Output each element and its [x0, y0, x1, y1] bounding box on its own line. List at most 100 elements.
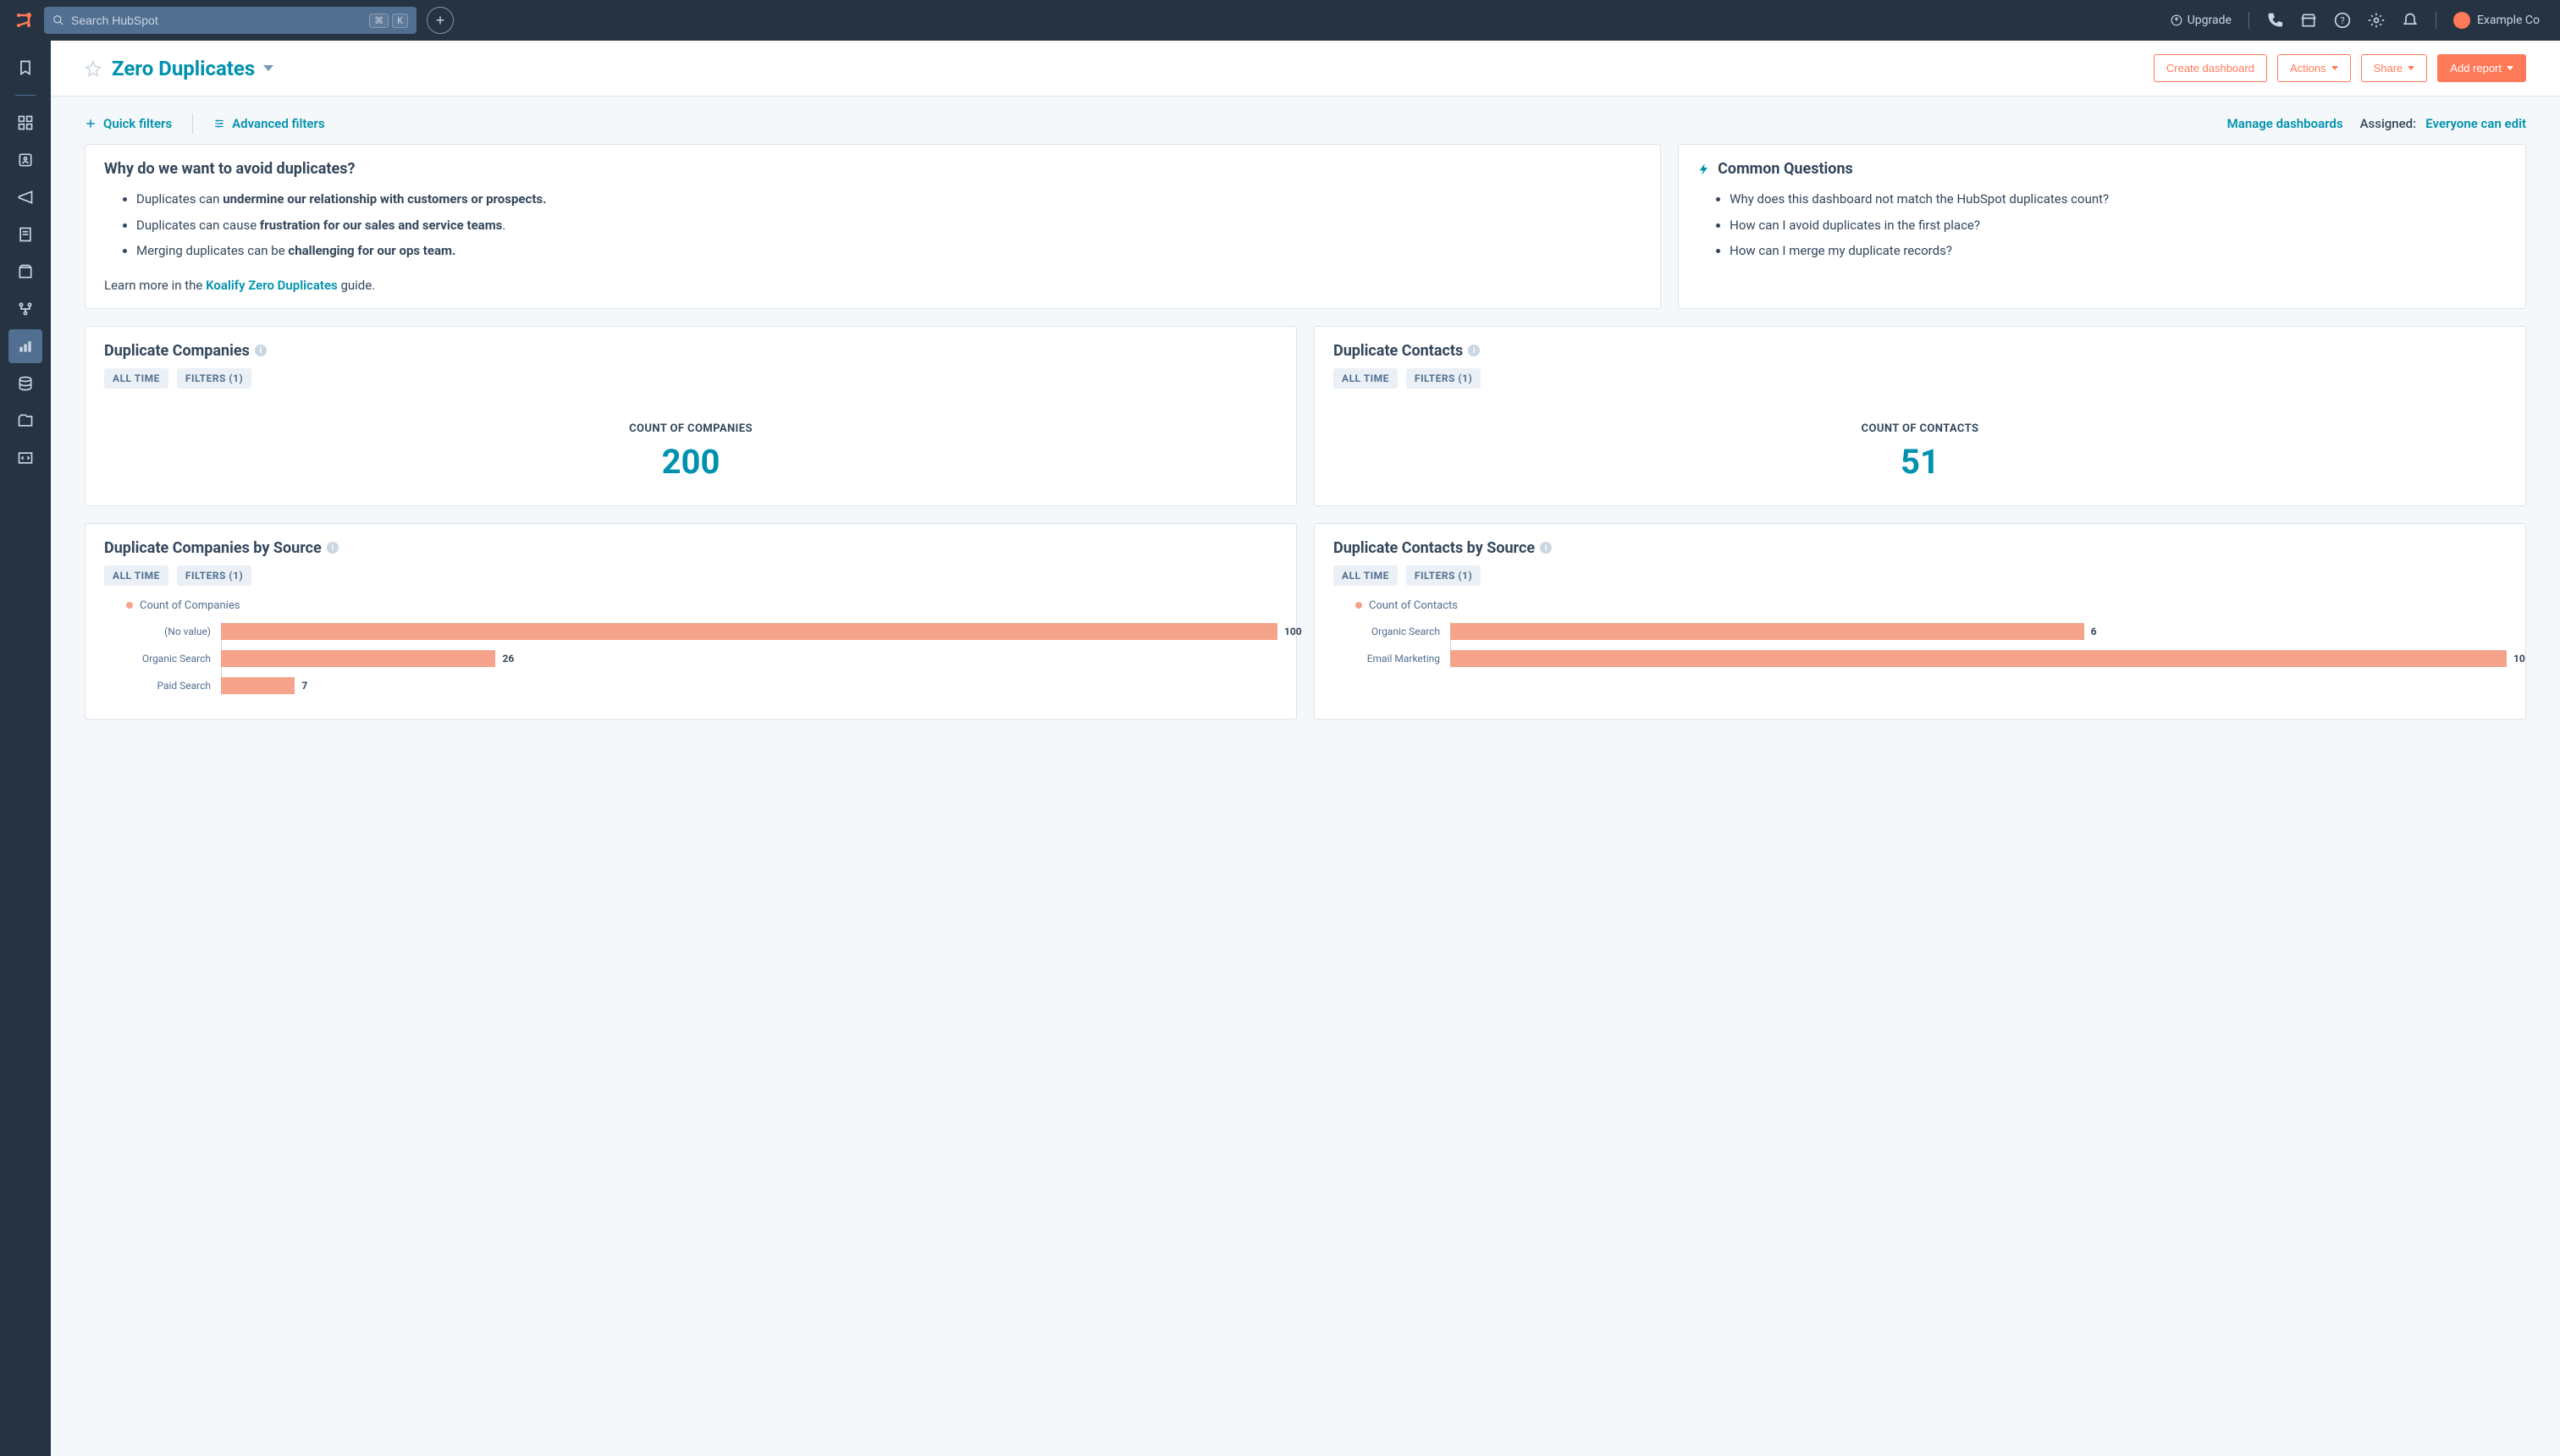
- upgrade-icon: [2171, 14, 2182, 26]
- list-item: Merging duplicates can be challenging fo…: [136, 241, 1641, 261]
- sidebar-commerce[interactable]: [8, 255, 42, 289]
- card-title: Common Questions: [1697, 160, 2507, 178]
- favorite-star-icon[interactable]: [85, 60, 102, 77]
- sidebar-workspaces[interactable]: [8, 106, 42, 140]
- svg-text:?: ?: [2340, 15, 2344, 26]
- metric-label: COUNT OF COMPANIES: [104, 422, 1277, 435]
- bar-row: Paid Search7: [111, 676, 1277, 695]
- bar-value-label: 7: [301, 677, 307, 694]
- filter-tag-filters[interactable]: FILTERS (1): [1406, 368, 1481, 389]
- why-avoid-duplicates-card: Why do we want to avoid duplicates? Dupl…: [85, 144, 1661, 309]
- search-input[interactable]: [71, 14, 362, 27]
- sidebar-reporting[interactable]: [8, 329, 42, 363]
- filter-tag-filters[interactable]: FILTERS (1): [177, 565, 251, 586]
- share-button[interactable]: Share: [2361, 54, 2428, 82]
- info-icon[interactable]: i: [255, 345, 267, 356]
- phone-icon[interactable]: [2266, 12, 2283, 29]
- info-icon[interactable]: i: [327, 542, 339, 554]
- chevron-down-icon: [263, 65, 273, 71]
- card-title: Duplicate Companies by Source: [104, 539, 322, 557]
- hubspot-logo[interactable]: [14, 10, 34, 30]
- create-dashboard-button[interactable]: Create dashboard: [2154, 54, 2267, 82]
- actions-button[interactable]: Actions: [2277, 54, 2351, 82]
- bar-value-label: 6: [2091, 623, 2097, 640]
- questions-list: Why does this dashboard not match the Hu…: [1697, 190, 2507, 261]
- filter-bar: Quick filters Advanced filters Manage da…: [51, 97, 2560, 144]
- sidebar-dev[interactable]: [8, 441, 42, 475]
- search-icon: [52, 14, 64, 26]
- filter-tag-all-time[interactable]: ALL TIME: [1333, 565, 1398, 586]
- bar-fill: [221, 623, 1277, 640]
- info-icon[interactable]: i: [1540, 542, 1552, 554]
- common-questions-card: Common Questions Why does this dashboard…: [1678, 144, 2526, 309]
- bar-fill: [1450, 623, 2084, 640]
- card-title: Duplicate Companies: [104, 342, 250, 360]
- info-icon[interactable]: i: [1468, 345, 1480, 356]
- bar-track: 6: [1450, 623, 2507, 640]
- settings-icon[interactable]: [2368, 12, 2385, 29]
- filter-tag-all-time[interactable]: ALL TIME: [104, 565, 168, 586]
- account-menu[interactable]: Example Co: [2453, 12, 2546, 29]
- quick-filters-button[interactable]: Quick filters: [85, 116, 172, 131]
- bar-category-label: Organic Search: [1340, 626, 1450, 637]
- sidebar-data[interactable]: [8, 367, 42, 400]
- bar-row: Organic Search 26: [111, 649, 1277, 668]
- sliders-icon: [213, 118, 225, 130]
- bar-chart: Organic Search 6 Email Marketing10: [1333, 622, 2507, 668]
- dashboard-actions: Create dashboard Actions Share Add repor…: [2154, 54, 2526, 82]
- duplicate-companies-card: Duplicate Companies i ALL TIME FILTERS (…: [85, 326, 1297, 506]
- sidebar-library[interactable]: [8, 404, 42, 438]
- advanced-filters-button[interactable]: Advanced filters: [213, 116, 324, 131]
- bar-row: Email Marketing10: [1340, 649, 2507, 668]
- chart-legend: Count of Companies: [104, 594, 1277, 622]
- left-sidebar: [0, 41, 51, 1456]
- bar-track: 10: [1450, 650, 2507, 667]
- legend-dot-icon: [1355, 602, 1362, 609]
- bar-value-label: 100: [1284, 623, 1302, 640]
- filter-tag-all-time[interactable]: ALL TIME: [1333, 368, 1398, 389]
- upgrade-link[interactable]: Upgrade: [2171, 14, 2232, 27]
- card-title: Duplicate Contacts: [1333, 342, 1463, 360]
- bar-category-label: Organic Search: [111, 653, 221, 665]
- filter-tag-filters[interactable]: FILTERS (1): [177, 368, 251, 389]
- bar-category-label: (No value): [111, 626, 221, 637]
- legend-dot-icon: [126, 602, 133, 609]
- help-icon[interactable]: ?: [2334, 12, 2351, 29]
- sidebar-automation[interactable]: [8, 292, 42, 326]
- add-report-button[interactable]: Add report: [2437, 54, 2526, 82]
- list-item: Duplicates can cause frustration for our…: [136, 216, 1641, 235]
- sidebar-marketing[interactable]: [8, 180, 42, 214]
- global-search[interactable]: ⌘ K: [44, 7, 417, 34]
- manage-dashboards-link[interactable]: Manage dashboards: [2227, 116, 2343, 131]
- marketplace-icon[interactable]: [2300, 12, 2317, 29]
- notifications-icon[interactable]: [2402, 12, 2419, 29]
- bar-fill: [1450, 650, 2507, 667]
- assigned-link[interactable]: Everyone can edit: [2425, 116, 2526, 131]
- list-item: How can I avoid duplicates in the first …: [1730, 216, 2507, 235]
- bar-row: (No value)100: [111, 622, 1277, 641]
- sidebar-crm[interactable]: [8, 143, 42, 177]
- filter-tag-all-time[interactable]: ALL TIME: [104, 368, 168, 389]
- avatar: [2453, 12, 2470, 29]
- bar-fill: [221, 650, 495, 667]
- card-title: Duplicate Contacts by Source: [1333, 539, 1535, 557]
- bar-chart: (No value)100 Organic Search 26 Paid Search…: [104, 622, 1277, 695]
- global-create-button[interactable]: +: [427, 7, 454, 34]
- topnav-right: Upgrade ? Example Co: [2171, 12, 2546, 29]
- list-item: Why does this dashboard not match the Hu…: [1730, 190, 2507, 209]
- koalify-guide-link[interactable]: Koalify Zero Duplicates: [206, 278, 338, 293]
- filter-tag-filters[interactable]: FILTERS (1): [1406, 565, 1481, 586]
- assigned-label: Assigned:: [2360, 116, 2417, 131]
- bar-row: Organic Search 6: [1340, 622, 2507, 641]
- metric-value: 51: [1333, 442, 2507, 482]
- learn-more-text: Learn more in the Koalify Zero Duplicate…: [104, 278, 1641, 293]
- bar-track: 100: [221, 623, 1277, 640]
- bolt-icon: [1697, 163, 1711, 176]
- bar-value-label: 26: [502, 650, 514, 667]
- duplicate-contacts-by-source-card: Duplicate Contacts by Source i ALL TIME …: [1314, 523, 2526, 720]
- sidebar-content[interactable]: [8, 218, 42, 251]
- sidebar-bookmarks[interactable]: [8, 51, 42, 85]
- bar-track: 26: [221, 650, 1277, 667]
- dashboard-header: Zero Duplicates Create dashboard Actions…: [51, 41, 2560, 97]
- dashboard-title-dropdown[interactable]: Zero Duplicates: [112, 57, 273, 80]
